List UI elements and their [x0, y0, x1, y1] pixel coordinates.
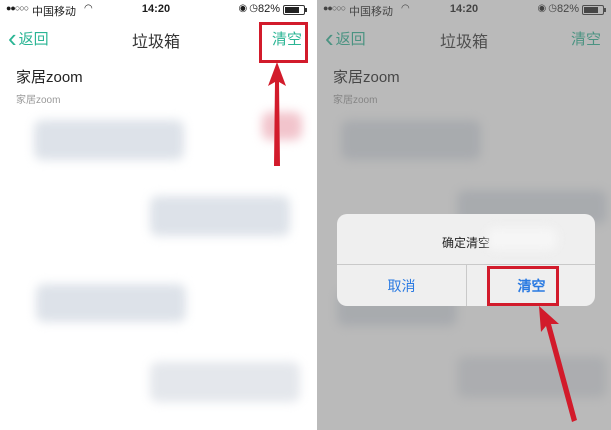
- battery-percent: 82%: [257, 3, 280, 15]
- left-screen: ●●○○○ 中国移动 ◠ 14:20 ◉◷ 82% ‹ 返回 垃圾箱 清空 家居…: [0, 0, 312, 430]
- blurred-content: [487, 228, 557, 250]
- battery-icon: [283, 5, 307, 15]
- trash-list-item[interactable]: 家居zoom 家居zoom: [16, 66, 83, 106]
- trash-item-subtitle: 家居zoom: [16, 95, 61, 106]
- blurred-content: [150, 362, 300, 402]
- chevron-left-icon: ‹: [8, 23, 17, 53]
- blurred-content: [150, 196, 290, 236]
- right-screen: ●●○○○ 中国移动 ◠ 14:20 ◉◷ 82% ‹ 返回 垃圾箱 清空 家居…: [317, 0, 611, 430]
- blurred-content: [34, 120, 184, 160]
- cancel-button[interactable]: 取消: [337, 265, 466, 306]
- arrow-up-icon: [268, 62, 286, 166]
- status-bar: ●●○○○ 中国移动 ◠ 14:20 ◉◷ 82%: [0, 0, 312, 18]
- trash-item-title: 家居zoom: [16, 69, 83, 86]
- blurred-content: [36, 284, 186, 322]
- battery-fill: [285, 7, 299, 13]
- confirm-button-highlight: [487, 266, 559, 306]
- back-button[interactable]: ‹ 返回: [8, 23, 49, 53]
- clear-button-highlight: [259, 22, 308, 63]
- back-label: 返回: [18, 30, 49, 48]
- arrow-up-icon: [539, 306, 577, 422]
- lock-alarm-icons: ◉◷: [238, 3, 260, 14]
